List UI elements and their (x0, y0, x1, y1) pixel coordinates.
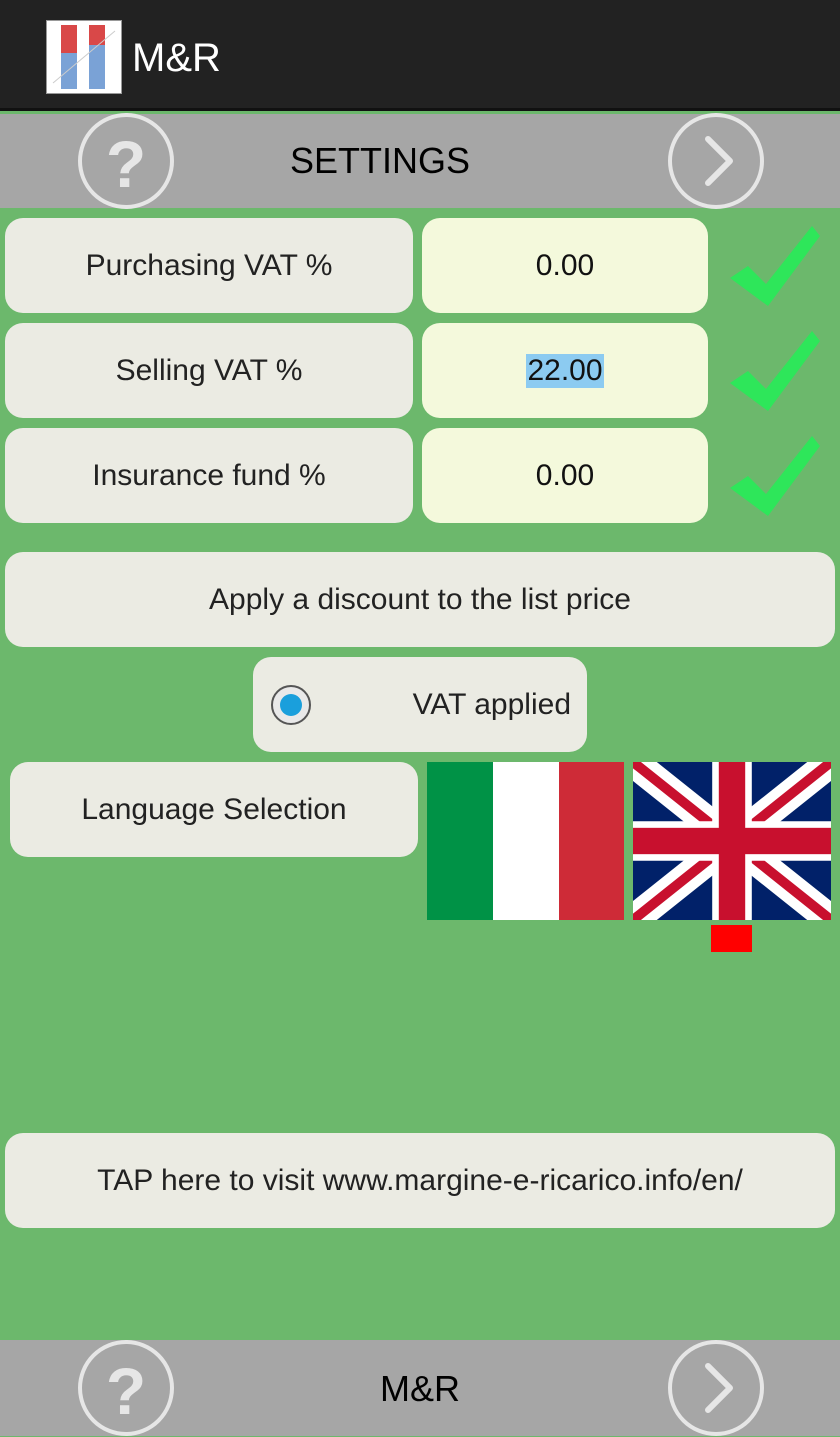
purchasing-vat-label: Purchasing VAT % (5, 218, 413, 313)
svg-text:?: ? (106, 1354, 146, 1428)
checkmark-icon (730, 226, 820, 306)
selling-vat-label: Selling VAT % (5, 323, 413, 418)
footer-next-button[interactable] (668, 1340, 764, 1436)
next-button[interactable] (668, 113, 764, 209)
action-bar (0, 0, 840, 111)
insurance-fund-value: 0.00 (535, 458, 595, 492)
vat-applied-toggle[interactable]: VAT applied (253, 657, 587, 752)
chevron-right-icon (705, 136, 733, 186)
apply-discount-button[interactable]: Apply a discount to the list price (5, 552, 835, 647)
insurance-fund-label: Insurance fund % (5, 428, 413, 523)
purchasing-vat-value: 0.00 (535, 248, 595, 282)
apply-discount-label: Apply a discount to the list price (209, 582, 631, 616)
italian-flag-icon (427, 762, 624, 920)
footer-help-button[interactable]: ? (78, 1340, 174, 1436)
page-title: SETTINGS (289, 140, 471, 181)
svg-text:?: ? (106, 127, 146, 201)
purchasing-vat-confirm-button[interactable] (728, 220, 824, 316)
visit-website-button[interactable]: TAP here to visit www.margine-e-ricarico… (5, 1133, 835, 1228)
radio-checked-icon (271, 684, 311, 725)
selected-language-marker (711, 925, 752, 952)
app-title: M&R (132, 36, 221, 80)
language-selection-label: Language Selection (10, 762, 418, 857)
question-icon: ? (106, 1354, 146, 1428)
italian-flag-button[interactable] (427, 762, 624, 920)
insurance-fund-confirm-button[interactable] (728, 430, 824, 526)
visit-website-label: TAP here to visit www.margine-e-ricarico… (97, 1163, 743, 1197)
checkmark-icon (730, 436, 820, 516)
footer-title: M&R (380, 1368, 460, 1409)
help-button[interactable]: ? (78, 113, 174, 209)
insurance-fund-input[interactable]: 0.00 (422, 428, 708, 523)
chevron-right-icon (705, 1363, 733, 1413)
selling-vat-input[interactable]: 22.00 (422, 323, 708, 418)
question-icon: ? (106, 127, 146, 201)
vat-applied-label: VAT applied (412, 687, 571, 721)
uk-flag-icon (623, 750, 840, 932)
purchasing-vat-input[interactable]: 0.00 (422, 218, 708, 313)
checkmark-icon (730, 331, 820, 411)
uk-flag-button[interactable] (623, 750, 840, 932)
selling-vat-value: 22.00 (526, 353, 604, 388)
selling-vat-confirm-button[interactable] (728, 325, 824, 421)
app-logo-icon (46, 20, 122, 94)
